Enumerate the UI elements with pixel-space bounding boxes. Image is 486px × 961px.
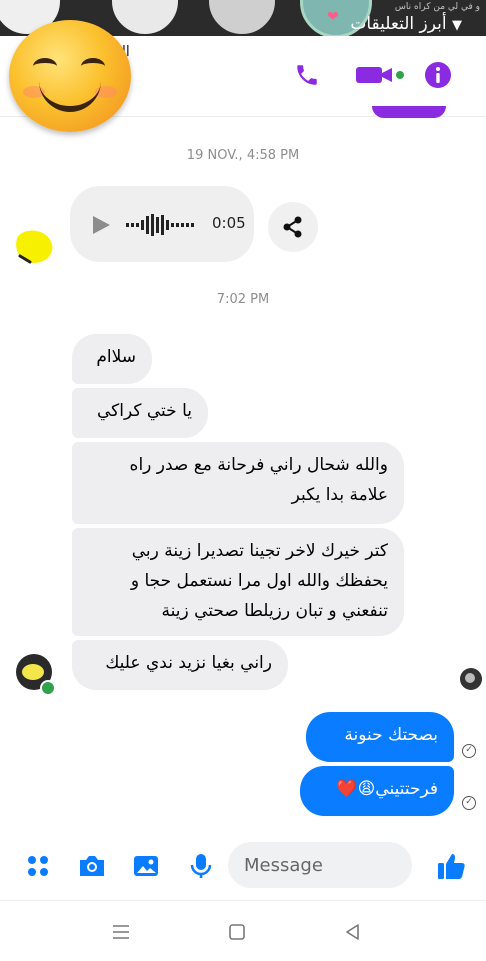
message-input[interactable] (228, 842, 412, 888)
incoming-message[interactable]: والله شحال راني فرحانة مع صدر راه علامة … (72, 442, 404, 524)
overlay-small-text: و في لي من كراه ناس (394, 2, 480, 12)
online-status-dot (40, 680, 56, 696)
share-button[interactable] (268, 202, 318, 252)
incoming-message[interactable]: سلاام (72, 334, 152, 384)
phone-icon[interactable] (290, 59, 324, 91)
outgoing-message[interactable]: بصحتك حنونة (306, 712, 454, 762)
story-avatar[interactable] (207, 0, 277, 36)
emoji-eye (81, 58, 105, 75)
voice-message-bubble[interactable]: 0:05 (70, 186, 254, 262)
share-icon (283, 216, 302, 238)
incoming-message[interactable]: راني بغيا نزيد ندي عليك (72, 640, 288, 690)
comments-label: أبرز التعليقات (350, 14, 447, 34)
system-navigation-bar (0, 900, 486, 961)
emoji-mouth (39, 78, 101, 112)
sent-check-icon: ✓ (462, 796, 476, 810)
emoji-eye (33, 58, 57, 75)
menu-icon[interactable] (110, 919, 132, 945)
apps-icon[interactable] (24, 850, 52, 882)
chevron-down-icon: ▼ (452, 18, 462, 33)
camera-icon[interactable] (76, 850, 108, 882)
outgoing-message[interactable]: فرحتتيني😩❤️ (300, 766, 454, 816)
seen-avatar (460, 668, 482, 690)
microphone-icon[interactable] (186, 850, 216, 882)
sent-check-icon: ✓ (462, 744, 476, 758)
timestamp: 7:02 PM (216, 292, 270, 307)
top-comments-toggle[interactable]: ▼ أبرز التعليقات (350, 14, 462, 34)
thumbs-up-icon[interactable] (434, 850, 468, 882)
incoming-message[interactable]: يا ختي كراكي (72, 388, 208, 438)
video-camera-icon[interactable] (354, 59, 406, 91)
heart-icon: ❤ (327, 9, 339, 25)
info-icon[interactable] (422, 59, 454, 91)
story-avatar[interactable] (110, 0, 180, 36)
incoming-message[interactable]: كتر خيرك لاخر تجينا تصديرا زينة ربي يحفظ… (72, 528, 404, 636)
voice-duration: 0:05 (212, 214, 246, 232)
timestamp: 19 NOV., 4:58 PM (186, 148, 300, 163)
smiling-face-emoji-sticker (9, 20, 131, 132)
home-icon[interactable] (226, 919, 248, 945)
sender-avatar[interactable] (12, 222, 60, 268)
back-icon[interactable] (342, 919, 364, 945)
waveform-icon (126, 214, 194, 236)
play-icon[interactable] (90, 214, 112, 236)
gallery-icon[interactable] (130, 850, 162, 882)
header-accent-pill (372, 106, 446, 118)
